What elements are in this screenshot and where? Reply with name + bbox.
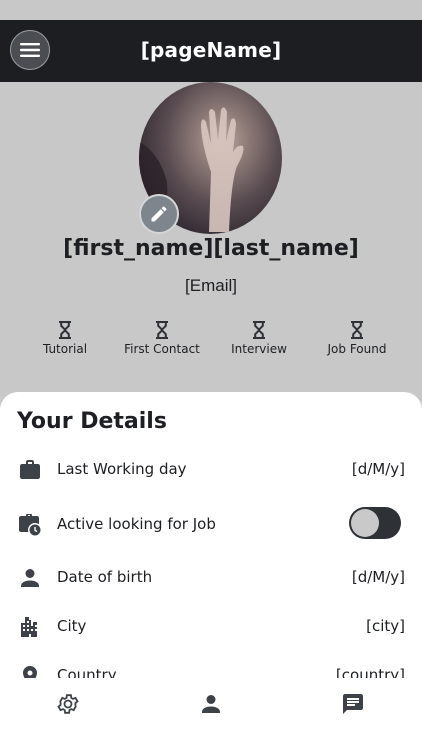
city-icon [21, 617, 37, 637]
detail-label: Country [57, 666, 117, 678]
bottom-navigation [0, 680, 422, 728]
nav-profile-button[interactable] [199, 692, 223, 716]
page-title: [pageName] [140, 38, 282, 62]
hourglass-icon [156, 321, 168, 339]
person-icon [21, 569, 39, 587]
detail-label: City [57, 617, 87, 635]
profile-photo-area [139, 82, 282, 234]
detail-value: [country] [335, 666, 405, 678]
step-first-contact: First Contact [107, 320, 217, 356]
detail-row-date-of-birth[interactable]: Date of birth [d/M/y] [0, 558, 422, 598]
step-tutorial: Tutorial [10, 320, 120, 356]
nav-settings-button[interactable] [56, 692, 80, 716]
toggle-knob [351, 509, 379, 537]
detail-value: [d/M/y] [351, 460, 405, 478]
detail-row-active-looking: Active looking for Job [0, 505, 422, 545]
briefcase-icon [20, 460, 40, 479]
step-interview: Interview [204, 320, 314, 356]
detail-label: Last Working day [57, 460, 187, 478]
pencil-icon [151, 206, 167, 222]
detail-row-city[interactable]: City [city] [0, 607, 422, 647]
work-history-icon [19, 514, 41, 536]
detail-value: [city] [366, 617, 405, 635]
detail-row-country[interactable]: Country [country] [0, 656, 422, 678]
step-job-found: Job Found [302, 320, 412, 356]
location-pin-icon [23, 666, 37, 678]
detail-row-last-working-day[interactable]: Last Working day [d/M/y] [0, 450, 422, 490]
step-label: Interview [231, 342, 287, 356]
gear-icon [57, 694, 79, 714]
nav-chat-button[interactable] [341, 692, 365, 716]
detail-label: Active looking for Job [57, 515, 216, 533]
person-icon [202, 695, 220, 713]
details-title: Your Details [17, 409, 167, 434]
details-scroll-clip: Country [country] [0, 642, 422, 678]
hourglass-icon [351, 321, 363, 339]
progress-steps: Tutorial First Contact Interview Job Fou… [0, 320, 422, 365]
hourglass-icon [59, 321, 71, 339]
step-label: Tutorial [42, 342, 88, 356]
profile-name: [first_name][last_name] [63, 236, 359, 261]
step-label: Job Found [327, 342, 387, 356]
detail-value: [d/M/y] [351, 568, 405, 586]
chat-icon [343, 694, 363, 714]
active-looking-toggle[interactable] [349, 507, 401, 539]
hourglass-icon [253, 321, 265, 339]
edit-photo-button[interactable] [139, 194, 179, 234]
profile-email: [Email] [185, 276, 237, 295]
detail-label: Date of birth [57, 568, 153, 586]
top-app-bar: [pageName] [0, 20, 422, 82]
step-label: First Contact [124, 342, 200, 356]
status-bar [0, 0, 422, 20]
